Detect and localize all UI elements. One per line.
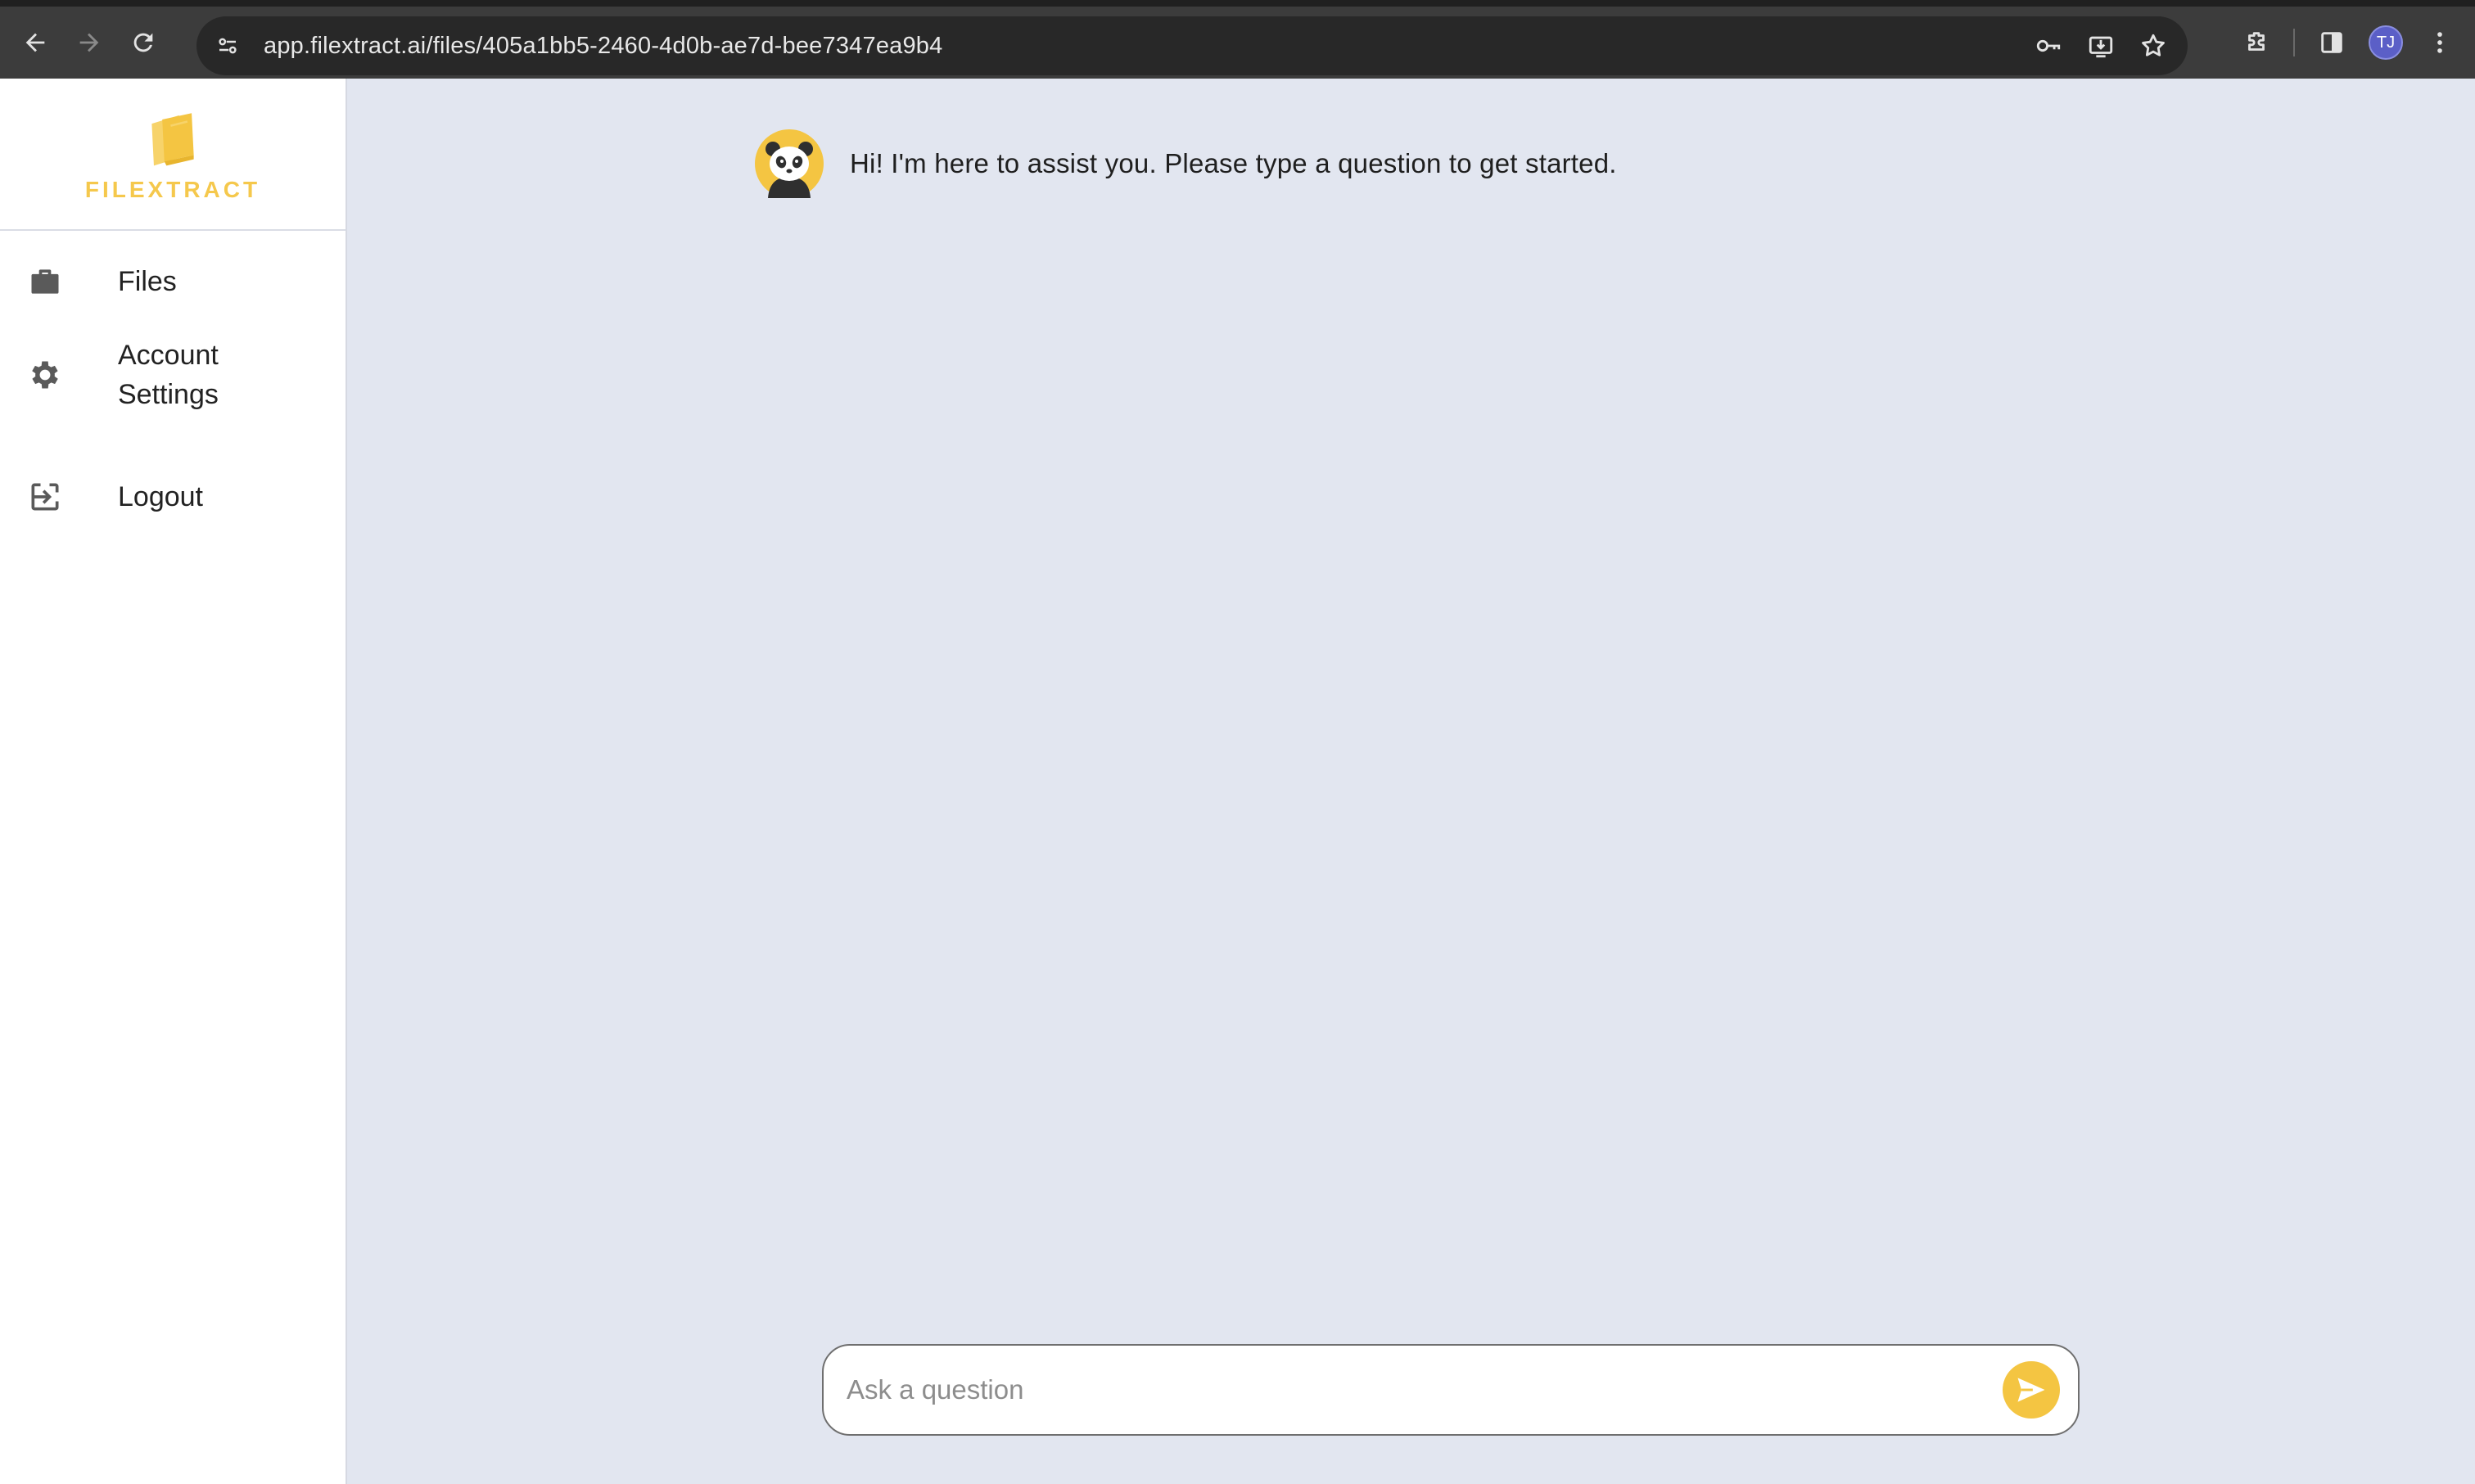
- extensions-button[interactable]: [2238, 24, 2275, 61]
- message-text: Hi! I'm here to assist you. Please type …: [850, 148, 1617, 178]
- reload-button[interactable]: [116, 16, 170, 70]
- sidebar: FILEXTRACT Files Account Settings Logout: [0, 79, 347, 1484]
- gear-icon: [25, 354, 65, 395]
- chat-message: Hi! I'm here to assist you. Please type …: [755, 129, 1617, 198]
- site-info-button[interactable]: [206, 25, 249, 67]
- tune-icon: [219, 38, 237, 54]
- bookmark-button[interactable]: [2135, 28, 2171, 64]
- sidebar-menu: Files Account Settings Logout: [0, 231, 346, 532]
- question-composer: [822, 1344, 2080, 1436]
- chat-area: Hi! I'm here to assist you. Please type …: [349, 79, 2475, 1484]
- install-app-button[interactable]: [2083, 28, 2119, 64]
- arrow-left-icon: [25, 33, 45, 52]
- toolbar-divider: [2293, 29, 2295, 56]
- arrow-right-icon: [79, 33, 99, 52]
- more-vertical-icon: [2437, 32, 2442, 53]
- password-key-button[interactable]: [2030, 28, 2066, 64]
- puzzle-icon: [2248, 32, 2265, 51]
- send-button[interactable]: [2003, 1361, 2060, 1419]
- key-icon: [2036, 39, 2061, 52]
- browser-menu-button[interactable]: [2421, 24, 2459, 61]
- books-logo-icon: [151, 113, 194, 166]
- sidebar-item-label: Account Settings: [118, 340, 219, 410]
- star-icon: [2142, 34, 2165, 56]
- sidebar-item-files[interactable]: Files: [0, 249, 346, 314]
- logo-text: FILEXTRACT: [84, 177, 261, 202]
- url-text[interactable]: app.filextract.ai/files/405a1bb5-2460-4d…: [264, 33, 942, 60]
- forward-button[interactable]: [62, 16, 116, 70]
- sidebar-item-account-settings[interactable]: Account Settings: [0, 318, 346, 432]
- install-icon: [2089, 36, 2113, 58]
- side-panel-icon: [2321, 32, 2342, 53]
- question-input[interactable]: [824, 1346, 2003, 1434]
- profile-avatar[interactable]: TJ: [2369, 25, 2403, 60]
- back-button[interactable]: [8, 16, 62, 70]
- send-icon: [2017, 1378, 2045, 1402]
- app-logo[interactable]: FILEXTRACT: [0, 79, 346, 231]
- side-panel-button[interactable]: [2313, 24, 2351, 61]
- briefcase-icon: [25, 261, 65, 302]
- sidebar-item-logout[interactable]: Logout: [0, 462, 346, 532]
- panda-avatar: [755, 129, 824, 198]
- sidebar-item-label: Logout: [118, 481, 203, 512]
- reload-icon: [133, 33, 153, 52]
- browser-toolbar: app.filextract.ai/files/405a1bb5-2460-4d…: [0, 0, 2475, 79]
- logout-icon: [25, 476, 65, 517]
- address-bar[interactable]: app.filextract.ai/files/405a1bb5-2460-4d…: [196, 16, 2188, 75]
- sidebar-item-label: Files: [118, 266, 177, 297]
